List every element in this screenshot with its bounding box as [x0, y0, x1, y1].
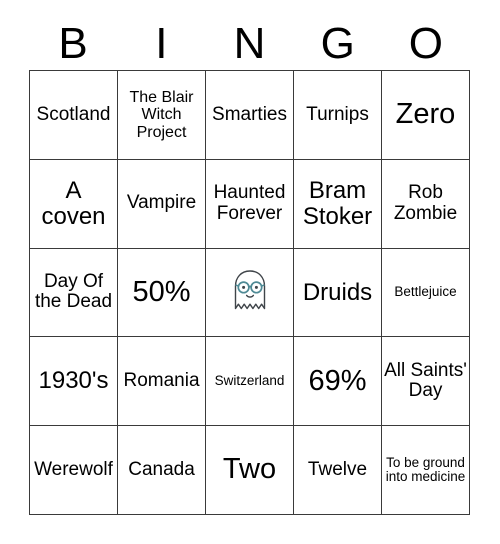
- bingo-cell-label: The Blair Witch Project: [129, 89, 194, 141]
- bingo-cell-b4[interactable]: 1930's: [30, 337, 118, 427]
- bingo-cell-g4[interactable]: 69%: [294, 337, 382, 427]
- bingo-cell-label: 69%: [308, 364, 367, 397]
- bingo-cell-i3[interactable]: 50%: [118, 248, 206, 338]
- header-letter-o: O: [408, 19, 444, 68]
- bingo-cell-label: To be ground into medicine: [385, 454, 466, 485]
- bingo-cell-free-space[interactable]: [206, 248, 294, 338]
- bingo-cell-i4[interactable]: Romania: [118, 337, 206, 427]
- bingo-cell-i1[interactable]: The Blair Witch Project: [118, 71, 206, 160]
- bingo-cell-g2[interactable]: Bram Stoker: [294, 159, 382, 249]
- bingo-cell-o4[interactable]: All Saints' Day: [382, 337, 470, 427]
- bingo-card: B I N G O Scotland The Blair Witch Proje…: [0, 0, 500, 544]
- bingo-cell-b2[interactable]: A coven: [30, 159, 118, 249]
- header-letter-g: G: [320, 19, 355, 68]
- header-letter-n: N: [233, 19, 266, 68]
- bingo-cell-label: Canada: [128, 458, 195, 480]
- bingo-cell-label: Zero: [395, 98, 456, 131]
- bingo-cell-label: Scotland: [36, 103, 111, 125]
- bingo-grid: Scotland The Blair Witch Project Smartie…: [29, 70, 470, 515]
- bingo-cell-i2[interactable]: Vampire: [118, 159, 206, 249]
- bingo-cell-n4[interactable]: Switzerland: [206, 337, 294, 427]
- bingo-cell-n1[interactable]: Smarties: [206, 71, 294, 160]
- bingo-cell-label: Druids: [302, 278, 373, 306]
- bingo-cell-label: Romania: [123, 370, 200, 392]
- bingo-header: B I N G O: [29, 18, 470, 70]
- bingo-cell-n5[interactable]: Two: [206, 426, 294, 515]
- header-letter-i: I: [155, 19, 168, 68]
- bingo-cell-b5[interactable]: Werewolf: [30, 426, 118, 515]
- bingo-cell-g1[interactable]: Turnips: [294, 71, 382, 160]
- bingo-cell-o1[interactable]: Zero: [382, 71, 470, 160]
- bingo-cell-o5[interactable]: To be ground into medicine: [382, 426, 470, 515]
- bingo-cell-label: Bettlejuice: [394, 284, 457, 300]
- bingo-cell-label: Haunted Forever: [213, 182, 286, 224]
- bingo-cell-label: All Saints' Day: [384, 359, 467, 402]
- bingo-cell-n2[interactable]: Haunted Forever: [206, 159, 294, 249]
- ghost-icon: [230, 268, 270, 316]
- bingo-cell-g3[interactable]: Druids: [294, 248, 382, 338]
- bingo-cell-label: Day Of the Dead: [34, 270, 113, 313]
- bingo-cell-b3[interactable]: Day Of the Dead: [30, 248, 118, 338]
- bingo-cell-b1[interactable]: Scotland: [30, 71, 118, 160]
- bingo-cell-label: Two: [222, 453, 277, 486]
- bingo-cell-label: Turnips: [306, 103, 369, 125]
- bingo-cell-o2[interactable]: Rob Zombie: [382, 159, 470, 249]
- bingo-cell-label: Smarties: [212, 103, 287, 125]
- bingo-cell-i5[interactable]: Canada: [118, 426, 206, 515]
- bingo-cell-label: Bram Stoker: [302, 176, 373, 230]
- bingo-cell-label: Switzerland: [214, 373, 285, 388]
- header-letter-b: B: [58, 19, 88, 68]
- bingo-cell-label: Werewolf: [34, 458, 113, 480]
- bingo-cell-label: Twelve: [307, 458, 368, 480]
- bingo-cell-g5[interactable]: Twelve: [294, 426, 382, 515]
- bingo-cell-label: 1930's: [38, 367, 109, 395]
- bingo-cell-label: A coven: [41, 176, 106, 230]
- bingo-cell-label: Rob Zombie: [393, 182, 458, 224]
- bingo-cell-o3[interactable]: Bettlejuice: [382, 248, 470, 338]
- bingo-cell-label: 50%: [132, 275, 191, 308]
- bingo-cell-label: Vampire: [126, 192, 197, 214]
